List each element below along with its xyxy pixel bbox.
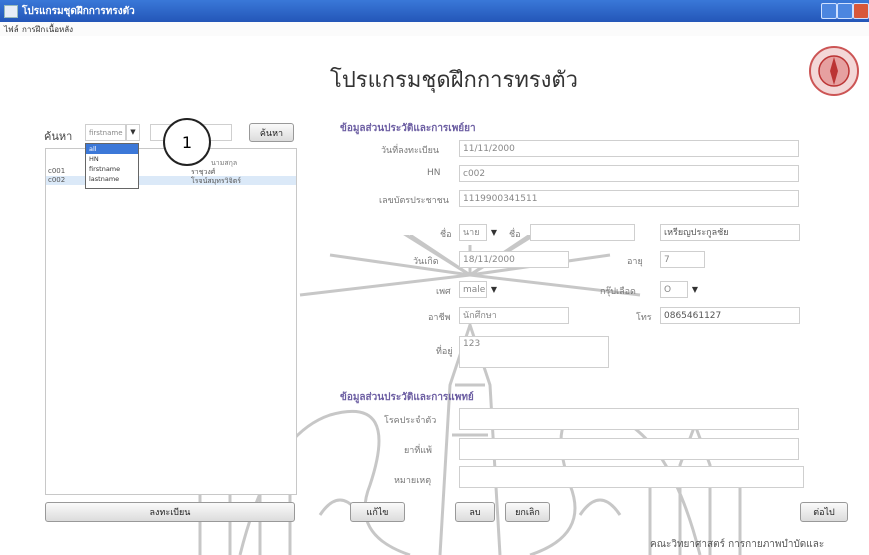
- row-lastname: โรจน์สมุทรวิจิตร์: [191, 177, 242, 185]
- cancel-button[interactable]: ยกเลิก: [505, 502, 550, 522]
- menu-training[interactable]: การฝึก: [22, 23, 45, 36]
- search-field-dropdown[interactable]: all HN firstname lastname: [85, 143, 139, 189]
- footer-faculty-text: คณะวิทยาศาสตร์ การกายภาพบำบัดและ: [650, 539, 825, 550]
- chevron-down-icon[interactable]: ▼: [487, 281, 501, 298]
- hn-field[interactable]: c002: [459, 165, 799, 182]
- field-label-name: ชื่อ: [440, 230, 452, 240]
- app-icon: [4, 5, 18, 18]
- field-label-occupation: อาชีพ: [428, 313, 451, 323]
- register-history-button[interactable]: ลงทะเบียน: [45, 502, 295, 522]
- dropdown-option-hn[interactable]: HN: [86, 154, 138, 164]
- search-field-select[interactable]: firstname: [85, 124, 126, 141]
- blood-group-select[interactable]: O: [660, 281, 688, 298]
- field-label-firstname: ชื่อ: [509, 230, 521, 240]
- search-label: ค้นหา: [44, 130, 73, 143]
- birthdate-field[interactable]: 18/11/2000: [459, 251, 569, 268]
- maximize-button[interactable]: [837, 3, 853, 19]
- chevron-down-icon[interactable]: ▼: [126, 124, 140, 141]
- field-label-blood-group: กรุ๊ปเลือด: [600, 287, 636, 297]
- delete-button[interactable]: ลบ: [455, 502, 495, 522]
- age-field[interactable]: 7: [660, 251, 705, 268]
- menu-bar: [0, 22, 869, 36]
- firstname-field[interactable]: [530, 224, 635, 241]
- field-label-register-date: วันที่ลงทะเบียน: [381, 146, 440, 156]
- next-button[interactable]: ต่อไป: [800, 502, 848, 522]
- search-button[interactable]: ค้นหา: [249, 123, 294, 142]
- results-list[interactable]: นามสกุล c001 ราชุวงศ์ c002 โรจน์สมุทรวิจ…: [45, 148, 297, 495]
- citizen-id-field[interactable]: 1119900341511: [459, 190, 799, 207]
- register-date-field[interactable]: 11/11/2000: [459, 140, 799, 157]
- menu-file[interactable]: ไฟล์: [4, 23, 19, 36]
- phone-field[interactable]: 0865461127: [660, 307, 800, 324]
- field-label-age: อายุ: [627, 257, 643, 267]
- dropdown-option-firstname[interactable]: firstname: [86, 164, 138, 174]
- field-label-disease: โรคประจำตัว: [384, 416, 437, 426]
- title-prefix-field[interactable]: นาย: [459, 224, 487, 241]
- disease-field[interactable]: [459, 408, 799, 430]
- field-label-address: ที่อยู่: [436, 347, 453, 357]
- callout-number: 1: [163, 118, 211, 166]
- address-textarea[interactable]: 123: [459, 336, 609, 368]
- university-seal-logo: [809, 46, 859, 96]
- field-label-gender: เพศ: [436, 287, 451, 297]
- dropdown-option-all[interactable]: all: [86, 144, 138, 154]
- field-label-birthdate: วันเกิด: [413, 257, 439, 267]
- field-label-citizen-id: เลขบัตรประชาชน: [379, 196, 449, 206]
- edit-button[interactable]: แก้ไข: [350, 502, 405, 522]
- medical-section-heading: ข้อมูลส่วนประวัติและการแพทย์: [340, 392, 474, 403]
- field-label-allergy: ยาที่แพ้: [404, 446, 432, 456]
- allergy-field[interactable]: [459, 438, 799, 460]
- page-title: โปรแกรมชุดฝึกการทรงตัว: [330, 68, 579, 93]
- menu-about[interactable]: เนื้อหลัง: [46, 23, 73, 36]
- window-title: โปรแกรมชุดฝึกการทรงตัว: [22, 6, 135, 17]
- chevron-down-icon[interactable]: ▼: [487, 224, 501, 241]
- close-button[interactable]: [853, 3, 869, 19]
- gender-select[interactable]: male: [459, 281, 487, 298]
- row-id: c001: [48, 167, 66, 175]
- patient-section-heading: ข้อมูลส่วนประวัติและการเพย์ยา: [340, 123, 476, 134]
- dropdown-option-lastname[interactable]: lastname: [86, 174, 138, 184]
- minimize-button[interactable]: [821, 3, 837, 19]
- field-label-note: หมายเหตุ: [394, 476, 432, 486]
- row-id: c002: [48, 176, 66, 184]
- chevron-down-icon[interactable]: ▼: [688, 281, 702, 298]
- occupation-field[interactable]: นักศึกษา: [459, 307, 569, 324]
- field-label-phone: โทร: [636, 313, 652, 323]
- lastname-field[interactable]: เหรียญประกูลชัย: [660, 224, 800, 241]
- table-row[interactable]: c002 โรจน์สมุทรวิจิตร์: [46, 176, 296, 185]
- note-textarea[interactable]: [459, 466, 804, 488]
- table-row[interactable]: c001 ราชุวงศ์: [46, 167, 296, 176]
- field-label-hn: HN: [427, 168, 441, 178]
